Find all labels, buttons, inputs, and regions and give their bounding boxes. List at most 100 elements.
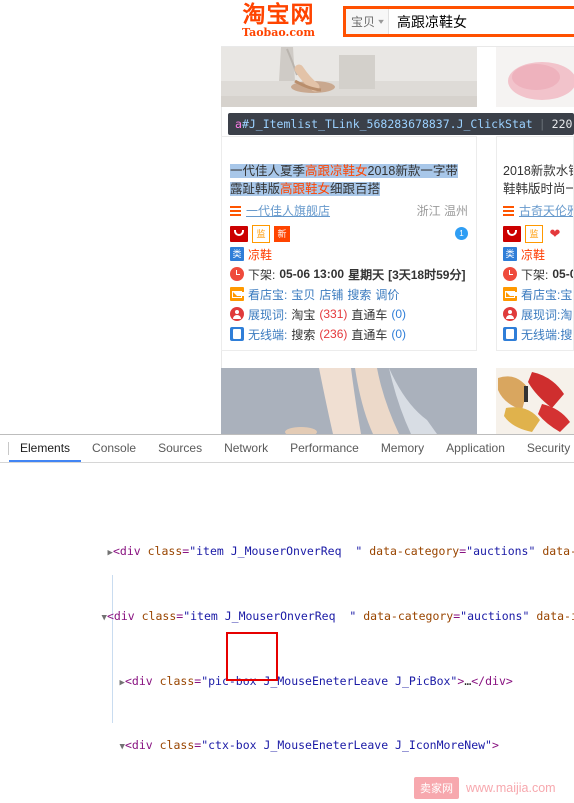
tmall-badge-icon	[230, 225, 248, 242]
title-suffix-prefix: 露趾韩版	[230, 182, 281, 196]
tooltip-divider: |	[538, 117, 546, 131]
shop-location: 浙江 温州	[416, 204, 468, 218]
kandianbao-link-baobei[interactable]: 宝贝	[291, 286, 315, 303]
product-title-highlighted: 一代佳人夏季高跟凉鞋女2018新款一字带露趾韩版高跟鞋女细跟百搭	[230, 164, 458, 196]
search-category-dropdown[interactable]: 宝贝 ▾	[346, 9, 389, 34]
heart-badge-icon: ❤	[549, 225, 561, 241]
watermark-url: www.maijia.com	[466, 781, 556, 795]
shop-menu-icon[interactable]	[230, 205, 241, 216]
badge-row: 监 新 1	[230, 224, 468, 243]
dom-line[interactable]: ▼<div class="item J_MouserOnverReq " dat…	[0, 592, 574, 623]
tab-console[interactable]: Console	[81, 435, 147, 462]
watermark-badge: 卖家网	[414, 777, 459, 799]
product-photo-heels	[496, 368, 574, 434]
wireless-ztc-label[interactable]: 直通车	[351, 326, 387, 343]
keyword-label: 展现词:	[248, 307, 288, 322]
tab-network[interactable]: Network	[213, 435, 279, 462]
product-photo-shoe	[221, 47, 477, 107]
offshelf-row: 下架: 05-06 13:00 星期天 [3天18时59分]	[230, 266, 468, 282]
keyword-label-right[interactable]: 展现词:淘宝	[521, 306, 573, 323]
wireless-search-label[interactable]: 搜索	[291, 326, 315, 343]
badge-row-right: 监 ❤	[503, 224, 567, 243]
dom-line[interactable]: ▶<div class="item J_MouserOnverReq " dat…	[0, 527, 574, 558]
category-row: 类 凉鞋	[230, 246, 468, 262]
search-input[interactable]	[389, 9, 574, 34]
kandianbao-link-sousuo[interactable]: 搜索	[347, 286, 371, 303]
tab-elements[interactable]: Elements	[9, 435, 82, 462]
offshelf-weekday: 星期天	[348, 267, 385, 282]
title-right-line2: 鞋韩版时尚一	[503, 182, 574, 196]
keyword-icon-right	[503, 307, 517, 321]
jian-badge-icon-right: 监	[525, 224, 543, 243]
title-prefix: 一代佳人夏季	[230, 164, 306, 178]
tab-sources[interactable]: Sources	[147, 435, 213, 462]
dom-tree-view[interactable]: ▶<div class="item J_MouserOnverReq " dat…	[0, 462, 574, 803]
clock-icon	[230, 267, 244, 281]
notify-badge[interactable]: 1	[455, 227, 468, 240]
product-photo-legs	[221, 368, 477, 434]
product-image-right-2[interactable]	[496, 368, 574, 434]
keyword-taobao-label[interactable]: 淘宝	[291, 306, 315, 323]
tmall-badge-icon-right	[503, 225, 521, 242]
title-suffix: 细跟百搭	[330, 182, 381, 196]
shop-name-link[interactable]: 一代佳人旗舰店	[246, 202, 330, 219]
tab-security[interactable]: Security	[516, 435, 574, 462]
shop-name-link-right[interactable]: 古奇天伦雅	[519, 202, 573, 219]
tab-application[interactable]: Application	[435, 435, 516, 462]
category-value[interactable]: 凉鞋	[248, 246, 272, 263]
dom-line[interactable]: ▶<div class="pic-box J_MouseEneterLeave …	[0, 656, 574, 688]
wireless-row: 无线端: 搜索 (236) 直通车 (0)	[230, 326, 468, 342]
product-image-left[interactable]	[221, 47, 477, 107]
offshelf-row-right: 下架: 05-04	[503, 266, 573, 282]
xin-badge-icon: 新	[274, 225, 290, 242]
category-icon: 类	[230, 247, 244, 261]
category-row-right: 类 凉鞋	[503, 246, 567, 262]
search-bar: 宝贝 ▾	[343, 6, 574, 37]
kandianbao-label-right[interactable]: 看店宝:宝贝	[521, 286, 573, 303]
product-image-left-2[interactable]	[221, 368, 477, 434]
kandianbao-row: 看店宝: 宝贝 店铺 搜索 调价	[230, 286, 468, 302]
shop-menu-icon-right[interactable]	[503, 205, 514, 216]
tooltip-dimensions: 220	[551, 117, 573, 131]
product-title[interactable]: 一代佳人夏季高跟凉鞋女2018新款一字带露趾韩版高跟鞋女细跟百搭	[230, 162, 468, 198]
mail-icon-right	[503, 287, 522, 301]
shop-row: 一代佳人旗舰店 浙江 温州	[230, 202, 468, 219]
keyword-ztc-count: (0)	[391, 307, 407, 321]
annotation-highlight-box	[226, 632, 278, 681]
product-title-right[interactable]: 2018新款水钻 鞋韩版时尚一	[503, 162, 574, 198]
kandianbao-link-tiaojia[interactable]: 调价	[375, 286, 399, 303]
title-middle: 2018新款一字带	[367, 164, 458, 178]
offshelf-time-right: 05-04	[552, 267, 573, 281]
taobao-logo[interactable]: 淘宝网 Taobao.com	[226, 2, 331, 44]
offshelf-countdown: [3天18时59分]	[388, 267, 466, 282]
browser-page-area: 淘宝网 Taobao.com 宝贝 ▾ 高跟凉鞋女 a #J_Itemlist_…	[0, 0, 574, 434]
product-image-right[interactable]	[496, 47, 574, 107]
product-card-left[interactable]: 一代佳人夏季高跟凉鞋女2018新款一字带露趾韩版高跟鞋女细跟百搭 一代佳人旗舰店…	[221, 136, 477, 351]
tooltip-tag-name: a	[235, 117, 242, 131]
wireless-row-right: 无线端:搜索	[503, 326, 573, 342]
product-photo-pink-shoe	[496, 47, 574, 107]
wireless-label-right[interactable]: 无线端:搜索	[521, 326, 573, 343]
keyword-taobao-count: (331)	[319, 307, 348, 321]
kandianbao-label: 看店宝:	[248, 287, 288, 302]
tab-memory[interactable]: Memory	[370, 435, 435, 462]
kandianbao-row-right: 看店宝:宝贝	[503, 286, 573, 302]
kandianbao-link-dianpu[interactable]: 店铺	[319, 286, 343, 303]
category-value-right[interactable]: 凉鞋	[521, 246, 545, 263]
tab-performance[interactable]: Performance	[279, 435, 370, 462]
offshelf-time: 05-06 13:00	[279, 267, 345, 281]
title-keyword-1: 高跟凉鞋女	[305, 164, 368, 178]
title-keyword-2: 高跟鞋女	[280, 182, 331, 196]
dom-line[interactable]: ▼<div class="ctx-box J_MouseEneterLeave …	[0, 721, 574, 752]
devtools-tab-bar: Elements Console Sources Network Perform…	[0, 435, 574, 463]
mobile-icon	[230, 327, 244, 341]
mail-icon	[230, 287, 249, 301]
category-icon-right: 类	[503, 247, 517, 261]
product-card-right[interactable]: 2018新款水钻 鞋韩版时尚一 古奇天伦雅 监 ❤ 类 凉鞋 下架: 05-04…	[496, 136, 574, 351]
shop-row-right: 古奇天伦雅	[503, 202, 573, 219]
clock-icon-right	[503, 267, 517, 281]
jian-badge-icon: 监	[252, 224, 270, 243]
logo-chinese-text: 淘宝网	[242, 1, 315, 28]
keyword-ztc-label[interactable]: 直通车	[351, 306, 387, 323]
offshelf-label-right: 下架:	[521, 267, 549, 282]
